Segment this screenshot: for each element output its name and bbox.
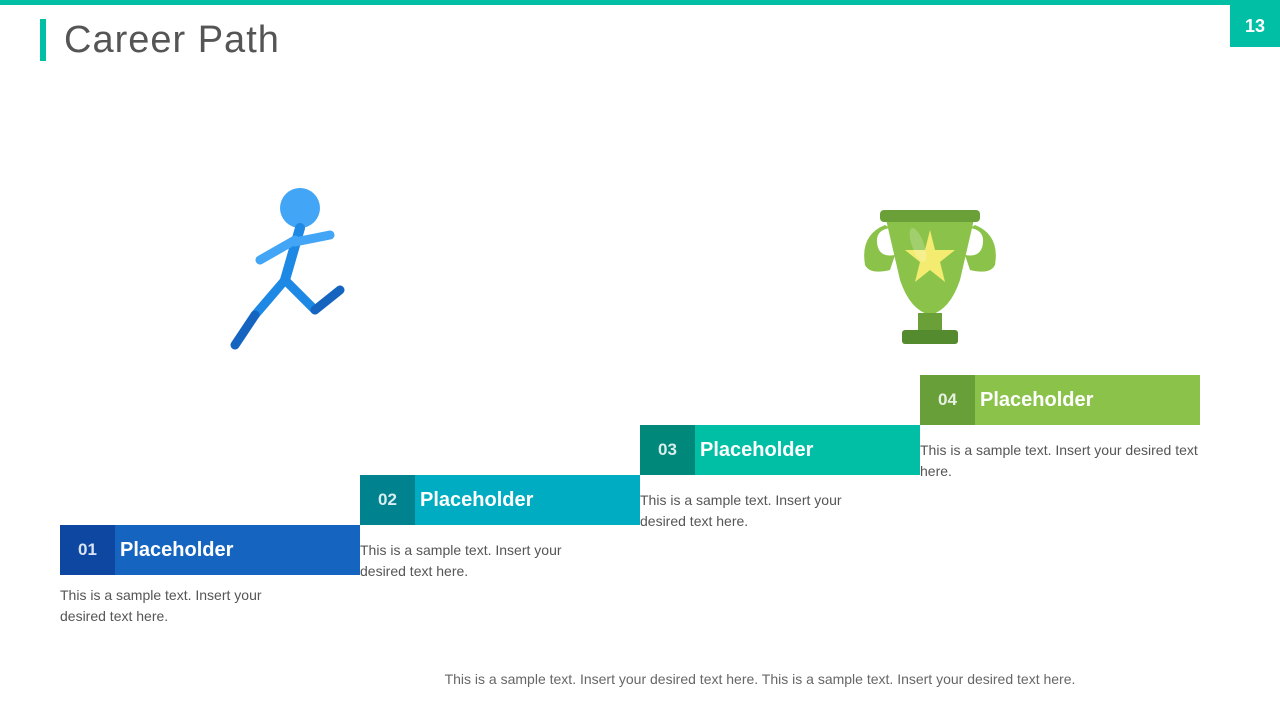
step-03-label: Placeholder [695, 439, 813, 462]
page-title: Career Path [64, 19, 280, 62]
step-02-number: 02 [360, 475, 415, 525]
step-04-description: This is a sample text. Insert your desir… [920, 440, 1200, 482]
step-03-description: This is a sample text. Insert your desir… [640, 490, 890, 532]
bottom-text: This is a sample text. Insert your desir… [300, 668, 1220, 690]
step-02-description: This is a sample text. Insert your desir… [360, 540, 610, 582]
step-04-number: 04 [920, 375, 975, 425]
step-03-bar: 03 Placeholder [640, 425, 920, 475]
step-01-description: This is a sample text. Insert your desir… [60, 585, 310, 627]
step-04-bar: 04 Placeholder [920, 375, 1200, 425]
step-02-bar: 02 Placeholder [360, 475, 640, 525]
runner-figure [200, 170, 360, 370]
step-01-bar: 01 Placeholder [60, 525, 360, 575]
trophy-icon [850, 200, 1010, 360]
header: Career Path 13 [0, 0, 1280, 75]
main-content: 01 Placeholder This is a sample text. In… [0, 75, 1280, 720]
header-accent-bar [40, 19, 46, 61]
step-03-number: 03 [640, 425, 695, 475]
step-01-label: Placeholder [115, 539, 233, 562]
slide-number: 13 [1230, 5, 1280, 47]
step-04-label: Placeholder [975, 389, 1093, 412]
step-01-number: 01 [60, 525, 115, 575]
step-02-label: Placeholder [415, 489, 533, 512]
